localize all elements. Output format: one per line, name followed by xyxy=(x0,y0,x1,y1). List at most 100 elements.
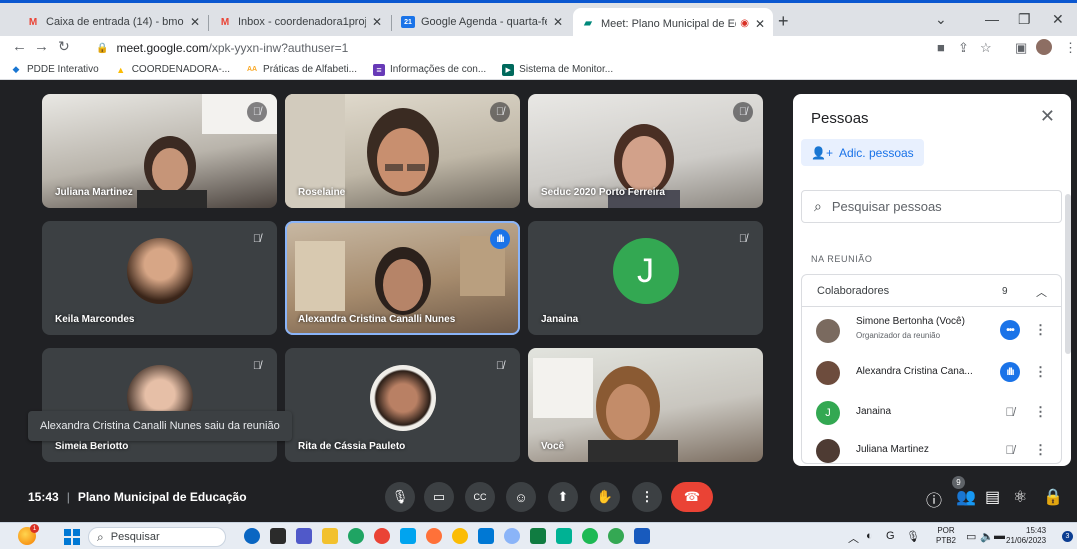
person-row[interactable]: Alexandra Cristina Cana... ıllı ⋮ xyxy=(802,353,1061,393)
clock[interactable]: 15:43 21/06/2023 xyxy=(1006,526,1046,546)
search-people-input[interactable]: ⌕ Pesquisar pessoas xyxy=(801,190,1062,223)
close-tab-icon[interactable]: ✕ xyxy=(553,15,563,29)
notification-badge[interactable]: 3 xyxy=(1062,531,1073,542)
tab-search-icon[interactable]: ⌄ xyxy=(935,11,947,28)
tray-app-icon[interactable]: ◐ xyxy=(866,530,873,542)
bookmark-pdde[interactable]: ◆ PDDE Interativo xyxy=(10,64,99,76)
forward-button[interactable]: → xyxy=(34,38,49,55)
chrome-icon[interactable] xyxy=(374,528,390,544)
activities-icon[interactable]: ⚛ xyxy=(1013,487,1027,507)
new-tab-button[interactable]: + xyxy=(778,11,789,32)
back-button[interactable]: ← xyxy=(12,38,27,55)
more-options-icon[interactable]: ⋮ xyxy=(1034,364,1047,380)
camera-in-use-icon[interactable]: ■ xyxy=(937,40,945,55)
chevron-up-icon[interactable]: ︿ xyxy=(1036,284,1047,300)
participant-tile[interactable]: 🎙̸ Simeia Beriotto xyxy=(42,348,277,462)
lock-icon[interactable]: 🔒 xyxy=(96,43,108,54)
microphone-button[interactable]: 🎙 xyxy=(385,482,415,512)
bookmark-coordenadora[interactable]: ▲ COORDENADORA-... xyxy=(115,64,230,76)
battery-icon[interactable]: ▬ xyxy=(994,530,1005,542)
bookmark-praticas[interactable]: AA Práticas de Alfabeti... xyxy=(246,64,357,76)
emoji-button[interactable]: ☺ xyxy=(506,482,536,512)
address-bar[interactable]: 🔒 meet.google.com/xpk-yyxn-inw?authuser=… xyxy=(84,37,934,59)
person-row[interactable]: Juliana Martinez 🎙̸ ⋮ xyxy=(802,431,1061,466)
bookmark-sistema[interactable]: ▶ Sistema de Monitor... xyxy=(502,63,613,76)
taskbar-search[interactable]: ⌕ Pesquisar xyxy=(88,527,226,547)
word-icon[interactable] xyxy=(634,528,650,544)
people-icon[interactable]: 👥 xyxy=(956,487,976,507)
tab-calendar[interactable]: 21 Google Agenda - quarta-feira, 21 ✕ xyxy=(393,8,571,36)
participant-tile[interactable]: 🎙̸ Roselaine xyxy=(285,94,520,208)
close-tab-icon[interactable]: ✕ xyxy=(755,17,765,31)
person-row[interactable]: Simone Bertonha (Você) Organizador da re… xyxy=(802,311,1061,351)
participant-tile[interactable]: J 🎙̸ Janaina xyxy=(528,221,763,335)
close-tab-icon[interactable]: ✕ xyxy=(372,15,382,29)
reload-button[interactable]: ↻ xyxy=(58,38,70,55)
network-icon[interactable]: ▭ xyxy=(966,530,976,543)
group-count: 9 xyxy=(1002,286,1008,297)
bing-icon[interactable] xyxy=(244,528,260,544)
weather-widget-icon[interactable]: 1 xyxy=(18,524,39,545)
tray-app-icon[interactable]: G xyxy=(886,530,895,542)
contributors-group: Colaboradores 9 ︿ Simone Bertonha (Você)… xyxy=(801,274,1062,464)
participant-tile[interactable]: Você xyxy=(528,348,763,462)
info-icon[interactable]: ⓘ xyxy=(926,487,942,511)
chrome-profile-icon[interactable] xyxy=(452,528,468,544)
panel-scrollbar[interactable] xyxy=(1065,194,1071,354)
participant-tile[interactable]: ıllı Alexandra Cristina Canalli Nunes xyxy=(285,221,520,335)
participant-avatar xyxy=(369,365,436,431)
chat-icon[interactable]: ▤ xyxy=(985,487,1000,507)
more-options-button[interactable]: ⋮ xyxy=(632,482,662,512)
calculator-icon[interactable] xyxy=(530,528,546,544)
camera-button[interactable]: ▭ xyxy=(424,482,454,512)
person-avatar xyxy=(816,319,840,343)
app-icon[interactable] xyxy=(504,528,520,544)
more-options-icon[interactable]: ⋮ xyxy=(1034,322,1047,338)
add-people-button[interactable]: 👤+ Adic. pessoas xyxy=(801,139,924,166)
group-header[interactable]: Colaboradores xyxy=(802,275,1061,307)
close-window-button[interactable]: ✕ xyxy=(1052,11,1064,28)
teams-icon[interactable] xyxy=(296,528,312,544)
app-icon[interactable] xyxy=(556,528,572,544)
present-button[interactable]: ⬆ xyxy=(548,482,578,512)
side-panel-icon[interactable]: ▣ xyxy=(1015,40,1027,56)
task-view-icon[interactable] xyxy=(270,528,286,544)
more-options-icon[interactable]: ⋮ xyxy=(1034,442,1047,458)
start-button[interactable] xyxy=(64,529,80,545)
language-indicator[interactable]: POR PTB2 xyxy=(936,526,956,546)
tab-meet[interactable]: ▰ Meet: Plano Municipal de Ed ◉ ✕ xyxy=(573,8,773,39)
captions-button[interactable]: CC xyxy=(465,482,495,512)
host-controls-icon[interactable]: 🔒 xyxy=(1043,487,1063,507)
profile-avatar[interactable] xyxy=(1036,39,1052,55)
tab-gmail-inbox[interactable]: M Caixa de entrada (14) - bmone12 ✕ xyxy=(18,8,208,36)
more-options-icon[interactable]: ⋮ xyxy=(1034,404,1047,420)
tab-gmail-coord[interactable]: M Inbox - coordenadora1projetos@ ✕ xyxy=(210,8,390,36)
volume-icon[interactable]: 🔈 xyxy=(980,530,994,543)
spotify-icon[interactable] xyxy=(582,528,598,544)
photos-icon[interactable] xyxy=(478,528,494,544)
firefox-icon[interactable] xyxy=(426,528,442,544)
file-explorer-icon[interactable] xyxy=(322,528,338,544)
app-icon[interactable] xyxy=(400,528,416,544)
restore-button[interactable]: ❐ xyxy=(1018,11,1031,28)
edge-icon[interactable] xyxy=(348,528,364,544)
leave-call-button[interactable]: ☎ xyxy=(671,482,713,512)
close-panel-icon[interactable]: ✕ xyxy=(1040,106,1055,127)
bookmark-star-icon[interactable]: ☆ xyxy=(980,40,992,56)
share-icon[interactable]: ⇪ xyxy=(958,40,969,56)
raise-hand-button[interactable]: ✋ xyxy=(590,482,620,512)
left-meeting-toast: Alexandra Cristina Canalli Nunes saiu da… xyxy=(28,411,292,441)
participant-tile[interactable]: 🎙̸ Seduc 2020 Porto Ferreira xyxy=(528,94,763,208)
close-tab-icon[interactable]: ✕ xyxy=(190,15,200,29)
person-row[interactable]: J Janaina 🎙̸ ⋮ xyxy=(802,393,1061,433)
meeting-title: Plano Municipal de Educação xyxy=(77,490,247,504)
chrome-profile-icon[interactable] xyxy=(608,528,624,544)
chevron-up-icon[interactable]: ︿ xyxy=(848,530,859,546)
participant-tile[interactable]: 🎙̸ Keila Marcondes xyxy=(42,221,277,335)
participant-tile[interactable]: 🎙̸ Rita de Cássia Pauleto xyxy=(285,348,520,462)
mic-tray-icon[interactable]: 🎙 xyxy=(906,530,920,543)
participant-tile[interactable]: 🎙̸ Juliana Martinez xyxy=(42,94,277,208)
bookmark-informacoes[interactable]: ≡ Informações de con... xyxy=(373,63,486,76)
minimize-button[interactable]: — xyxy=(985,11,999,27)
menu-icon[interactable]: ⋮ xyxy=(1064,40,1077,56)
